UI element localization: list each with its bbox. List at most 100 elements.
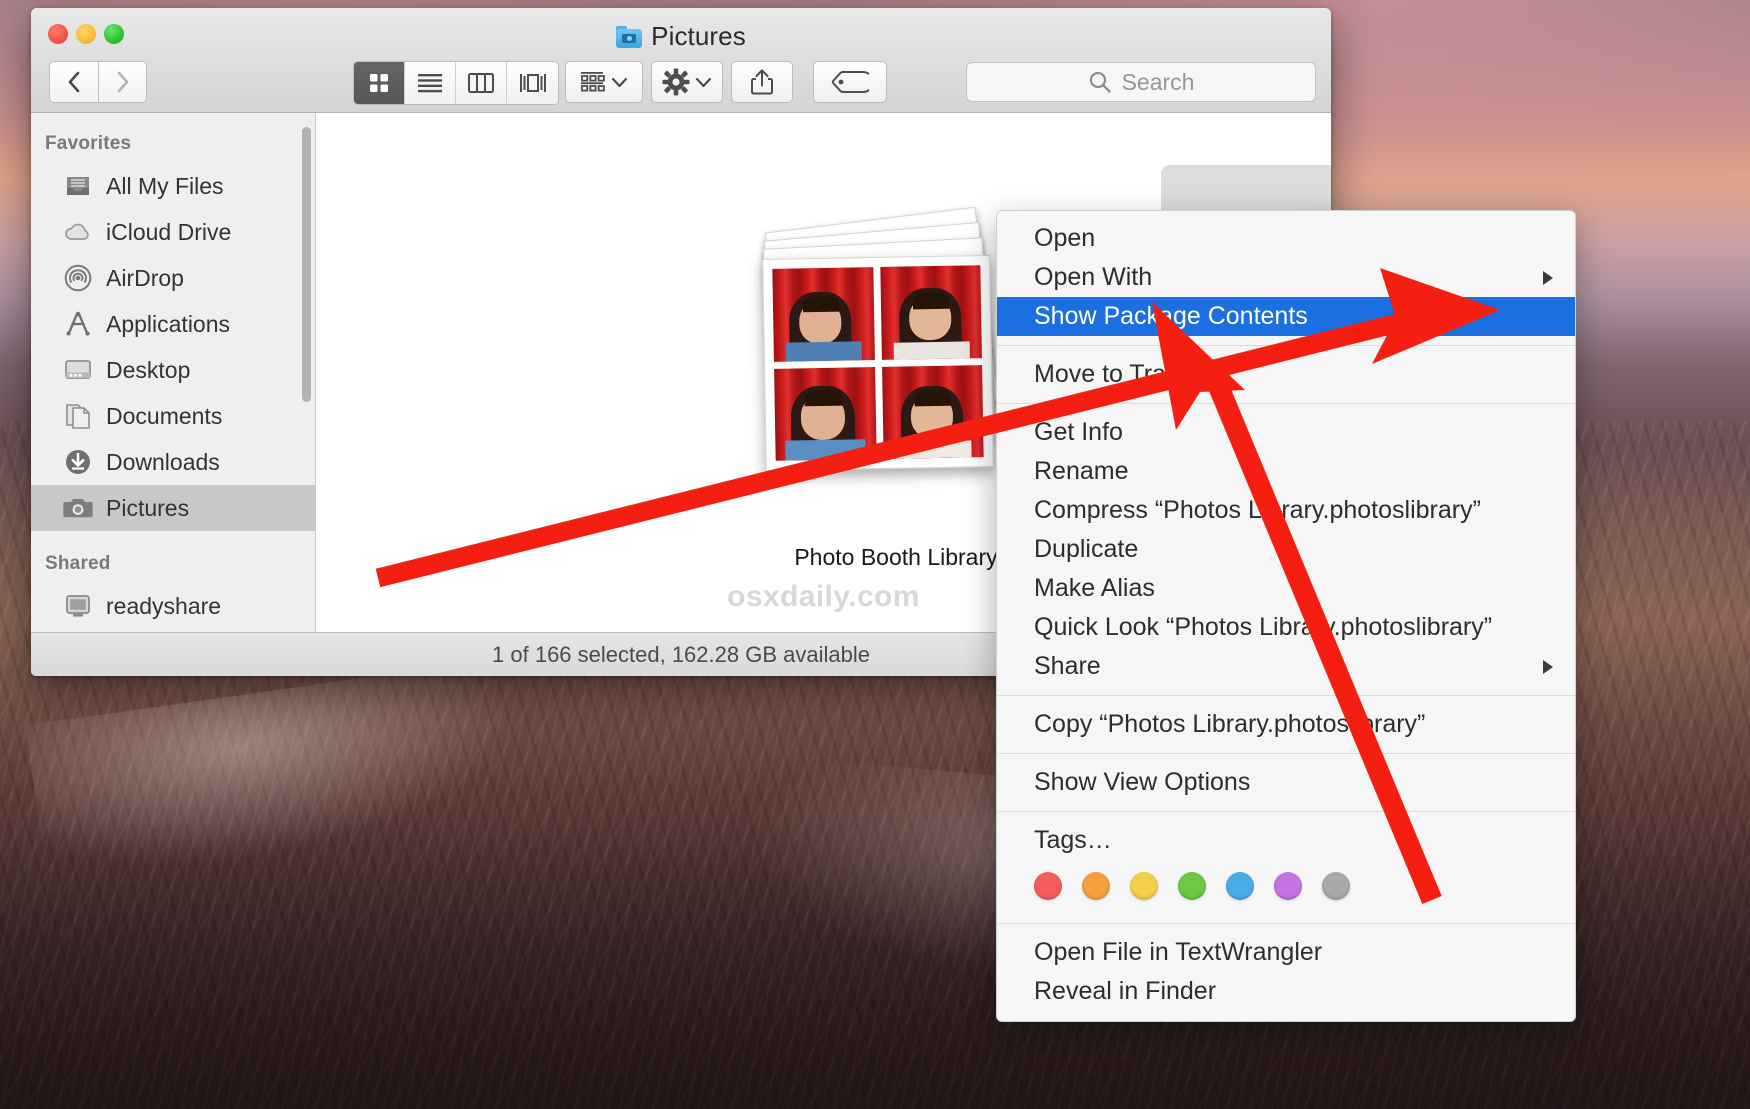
page-title: Pictures (651, 21, 746, 51)
column-view-button[interactable] (456, 62, 507, 104)
menu-item-label: Open With (1034, 263, 1153, 291)
tag-color-swatches (997, 860, 1575, 914)
window-title-bar: Pictures (31, 21, 1331, 52)
sidebar-item-label: All My Files (106, 172, 224, 199)
menu-separator (997, 403, 1575, 404)
downloads-icon (63, 449, 93, 475)
menu-item-label: Share (1034, 652, 1101, 680)
gear-icon (662, 68, 690, 96)
menu-item-compress[interactable]: Compress “Photos Library.photoslibrary” (997, 491, 1575, 530)
network-computer-icon (63, 593, 93, 619)
sidebar-item-readyshare[interactable]: readyshare (31, 583, 315, 629)
tag-color-3[interactable] (1178, 872, 1206, 900)
tag-color-1[interactable] (1082, 872, 1110, 900)
arrange-button[interactable] (565, 61, 643, 103)
desktop-icon (63, 357, 93, 383)
menu-item-share[interactable]: Share (997, 647, 1575, 686)
submenu-arrow-icon (1543, 659, 1553, 674)
arrange-grid-icon (581, 72, 605, 92)
sidebar-item-label: readyshare (106, 592, 222, 619)
sidebar-item-pictures[interactable]: Pictures (31, 485, 315, 531)
sidebar-item-label: Pictures (106, 494, 190, 521)
menu-item-label: Make Alias (1034, 574, 1155, 602)
menu-item-open-file-in-textwrangler[interactable]: Open File in TextWrangler (997, 933, 1575, 972)
menu-item-reveal-in-finder[interactable]: Reveal in Finder (997, 972, 1575, 1011)
airdrop-icon (63, 264, 93, 292)
menu-item-duplicate[interactable]: Duplicate (997, 530, 1575, 569)
tag-color-0[interactable] (1034, 872, 1062, 900)
sidebar-section-favorites-header: Favorites (45, 133, 132, 154)
menu-item-open[interactable]: Open (997, 219, 1575, 258)
applications-icon (63, 311, 93, 337)
menu-item-label: Open File in TextWrangler (1034, 938, 1323, 966)
sidebar-item-label: Documents (106, 402, 223, 429)
menu-item-label: Tags… (1034, 826, 1112, 854)
search-placeholder: Search (1121, 68, 1195, 95)
menu-item-label: Rename (1034, 457, 1129, 485)
menu-item-move-to-trash[interactable]: Move to Trash (997, 355, 1575, 394)
sidebar-item-label: Desktop (106, 356, 191, 383)
menu-item-label: Copy “Photos Library.photoslibrary” (1034, 710, 1426, 738)
menu-item-show-package-contents[interactable]: Show Package Contents (997, 297, 1575, 336)
menu-item-label: Duplicate (1034, 535, 1139, 563)
menu-item-tags[interactable]: Tags… (997, 821, 1575, 860)
sidebar-item-label: Downloads (106, 448, 220, 475)
tag-icon (831, 71, 869, 93)
view-mode-segmented-control (353, 61, 559, 105)
photo-booth-library-icon[interactable] (756, 206, 1036, 513)
tag-color-4[interactable] (1226, 872, 1254, 900)
search-input[interactable]: Search (966, 62, 1316, 102)
menu-separator (997, 345, 1575, 346)
tag-color-5[interactable] (1274, 872, 1302, 900)
sidebar-item-applications[interactable]: Applications (31, 301, 315, 347)
back-button[interactable] (49, 61, 98, 103)
sidebar-item-all-my-files[interactable]: All My Files (31, 163, 315, 209)
sidebar-scrollbar[interactable] (302, 127, 311, 402)
sidebar-section-shared-header: Shared (45, 553, 111, 574)
tag-color-6[interactable] (1322, 872, 1350, 900)
sidebar-item-label: Applications (106, 310, 231, 337)
list-view-button[interactable] (405, 62, 456, 104)
sidebar-item-downloads[interactable]: Downloads (31, 439, 315, 485)
search-icon (1089, 71, 1111, 93)
submenu-arrow-icon (1543, 270, 1553, 285)
menu-item-make-alias[interactable]: Make Alias (997, 569, 1575, 608)
context-menu: Open Open With Show Package Contents Mov… (996, 210, 1576, 1022)
menu-item-get-info[interactable]: Get Info (997, 413, 1575, 452)
pictures-folder-icon (616, 25, 643, 48)
sidebar-item-icloud-drive[interactable]: iCloud Drive (31, 209, 315, 255)
chevron-down-icon (611, 77, 628, 87)
sidebar-item-desktop[interactable]: Desktop (31, 347, 315, 393)
tag-color-2[interactable] (1130, 872, 1158, 900)
menu-item-label: Open (1034, 224, 1096, 252)
sidebar-item-airdrop[interactable]: AirDrop (31, 255, 315, 301)
sidebar-item-label: iCloud Drive (106, 218, 232, 245)
grid-icon (370, 74, 388, 92)
menu-item-label: Compress “Photos Library.photoslibrary” (1034, 496, 1481, 524)
cover-flow-view-button[interactable] (507, 62, 558, 104)
chevron-right-icon (117, 71, 129, 93)
forward-button[interactable] (98, 61, 147, 103)
sidebar: Favorites All My Files iCloud Drive AirD… (31, 113, 316, 632)
chevron-left-icon (68, 71, 79, 93)
edit-tags-button[interactable] (813, 61, 887, 103)
menu-item-quick-look[interactable]: Quick Look “Photos Library.photoslibrary… (997, 608, 1575, 647)
action-menu-button[interactable] (651, 61, 723, 103)
menu-item-show-view-options[interactable]: Show View Options (997, 763, 1575, 802)
menu-item-label: Quick Look “Photos Library.photoslibrary… (1034, 613, 1493, 641)
navigation-buttons (49, 61, 147, 103)
share-button[interactable] (731, 61, 793, 103)
menu-item-copy[interactable]: Copy “Photos Library.photoslibrary” (997, 705, 1575, 744)
menu-item-label: Reveal in Finder (1034, 977, 1217, 1005)
share-upload-icon (751, 69, 773, 95)
columns-icon (468, 73, 494, 93)
sidebar-item-documents[interactable]: Documents (31, 393, 315, 439)
menu-separator (997, 811, 1575, 812)
menu-item-open-with[interactable]: Open With (997, 258, 1575, 297)
menu-separator (997, 753, 1575, 754)
menu-separator (997, 695, 1575, 696)
icon-view-button[interactable] (354, 62, 405, 104)
file-label: Photo Booth Library (794, 544, 998, 570)
sidebar-item-label: AirDrop (106, 264, 184, 291)
menu-item-rename[interactable]: Rename (997, 452, 1575, 491)
